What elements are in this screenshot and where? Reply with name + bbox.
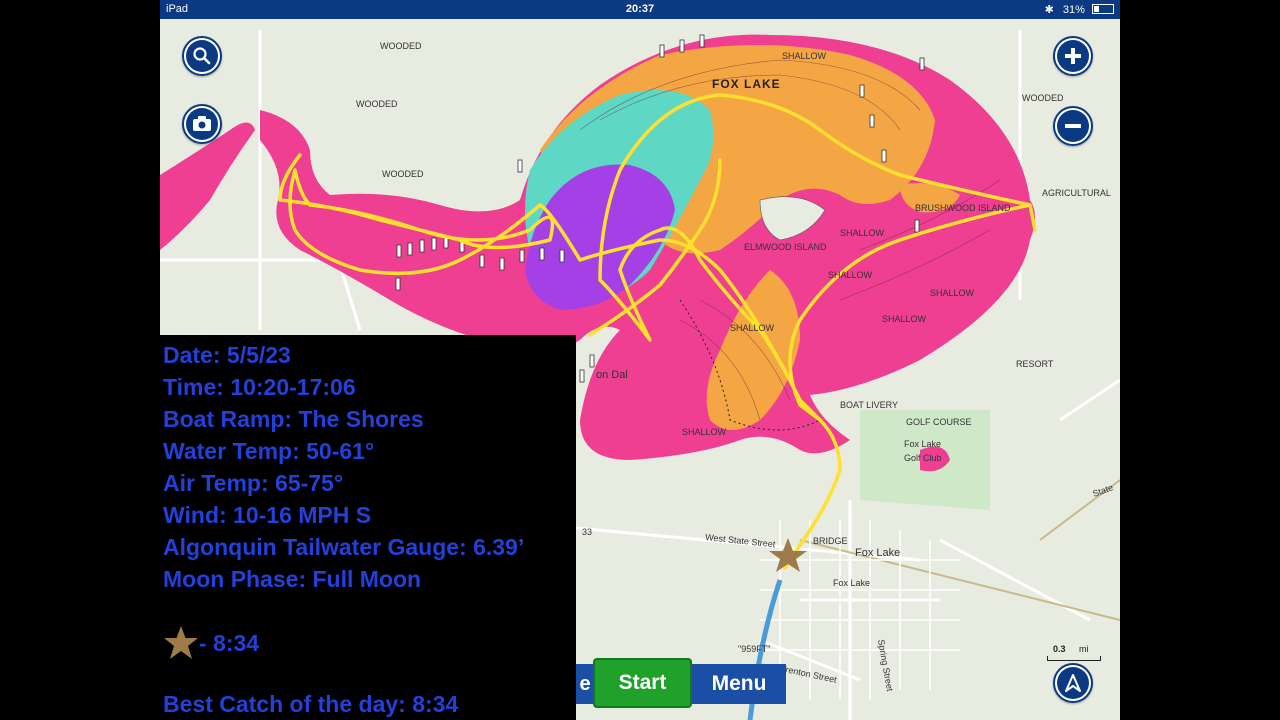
- camera-icon: [193, 116, 211, 131]
- start-button[interactable]: Start: [593, 658, 692, 708]
- trip-gauge: Algonquin Tailwater Gauge: 6.39’: [163, 534, 525, 560]
- label-resort: RESORT: [1016, 359, 1054, 369]
- label-wooded-3: WOODED: [382, 169, 424, 179]
- letterbox-right: [1120, 0, 1280, 720]
- label-lake-name: FOX LAKE: [712, 77, 781, 91]
- trip-wind: Wind: 10-16 MPH S: [163, 502, 372, 528]
- label-golf-course: GOLF COURSE: [906, 417, 972, 427]
- best-catch: Best Catch of the day: 8:34: [163, 691, 459, 717]
- zoom-out-button[interactable]: [1053, 106, 1093, 146]
- scale-unit: mi: [1079, 644, 1089, 654]
- label-elevation: "959FT": [738, 644, 770, 654]
- search-button[interactable]: [182, 36, 222, 76]
- trip-boat-ramp: Boat Ramp: The Shores: [163, 406, 424, 432]
- battery-status: ✱ 31%: [1045, 3, 1114, 16]
- battery-percent: 31%: [1062, 4, 1085, 16]
- battery-icon: [1092, 4, 1114, 14]
- label-boat-livery: BOAT LIVERY: [840, 400, 898, 410]
- label-shallow-7: SHALLOW: [682, 427, 727, 437]
- scale-value: 0.3: [1053, 644, 1066, 654]
- label-shallow-1: SHALLOW: [782, 51, 827, 61]
- navigation-button[interactable]: [1053, 663, 1093, 703]
- star-icon: [164, 626, 198, 659]
- plus-icon: [1065, 48, 1081, 64]
- label-shallow-6: SHALLOW: [730, 323, 775, 333]
- label-route-33: 33: [582, 527, 592, 537]
- label-wooded-4: WOODED: [1022, 93, 1064, 103]
- label-bridge: BRIDGE: [813, 536, 848, 546]
- label-shallow-4: SHALLOW: [930, 288, 975, 298]
- star-catch-time: - 8:34: [199, 629, 260, 656]
- label-town-2: Fox Lake: [833, 578, 870, 588]
- label-wooded-2: WOODED: [356, 99, 398, 109]
- label-shallow-3: SHALLOW: [828, 270, 873, 280]
- star-catch-line: - 8:34: [163, 625, 259, 661]
- label-golf-club-2: Golf Club: [904, 453, 942, 463]
- menu-button[interactable]: Menu: [692, 664, 786, 704]
- trip-moon-phase: Moon Phase: Full Moon: [163, 566, 422, 592]
- label-town-partial: on Dal: [596, 369, 628, 381]
- device-screen: WOODED WOODED WOODED WOODED FOX LAKE SHA…: [160, 0, 1120, 720]
- camera-button[interactable]: [182, 104, 222, 144]
- trip-water-temp: Water Temp: 50-61°: [163, 438, 375, 464]
- scale-bar: [1047, 656, 1101, 661]
- letterbox-left: [0, 0, 160, 720]
- label-shallow-2: SHALLOW: [840, 228, 885, 238]
- navigation-icon: [1065, 674, 1081, 692]
- zoom-in-button[interactable]: [1053, 36, 1093, 76]
- partial-toolbar-button[interactable]: e: [576, 664, 594, 704]
- trip-date: Date: 5/5/23: [163, 342, 291, 368]
- label-brushwood-island: BRUSHWOOD ISLAND: [915, 203, 1011, 213]
- trip-time: Time: 10:20-17:06: [163, 374, 356, 400]
- label-town-1: Fox Lake: [855, 547, 900, 559]
- trip-info-panel: Date: 5/5/23 Time: 10:20-17:06 Boat Ramp…: [160, 335, 576, 720]
- label-shallow-5: SHALLOW: [882, 314, 927, 324]
- minus-icon: [1065, 124, 1081, 128]
- label-agricultural: AGRICULTURAL: [1042, 188, 1111, 198]
- search-icon: [193, 47, 211, 65]
- label-elmwood-island: ELMWOOD ISLAND: [744, 242, 827, 252]
- status-time: 20:37: [625, 3, 655, 15]
- trip-air-temp: Air Temp: 65-75°: [163, 470, 344, 496]
- label-wooded-1: WOODED: [380, 41, 422, 51]
- label-golf-club-1: Fox Lake: [904, 439, 941, 449]
- bluetooth-icon: ✱: [1044, 4, 1054, 16]
- status-bar: iPad 20:37 ✱ 31%: [160, 0, 1120, 19]
